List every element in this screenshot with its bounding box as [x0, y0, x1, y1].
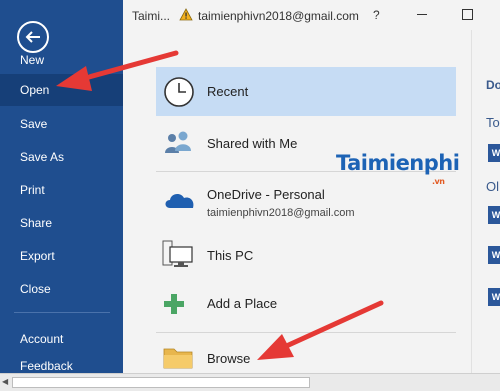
- scroll-left-icon[interactable]: ◀: [2, 377, 8, 386]
- annotation-arrows: [56, 50, 384, 360]
- scrollbar-thumb[interactable]: [12, 377, 310, 388]
- arrow-to-browse: [257, 300, 384, 360]
- arrow-to-open: [56, 50, 179, 91]
- horizontal-scrollbar[interactable]: ◀: [0, 373, 500, 391]
